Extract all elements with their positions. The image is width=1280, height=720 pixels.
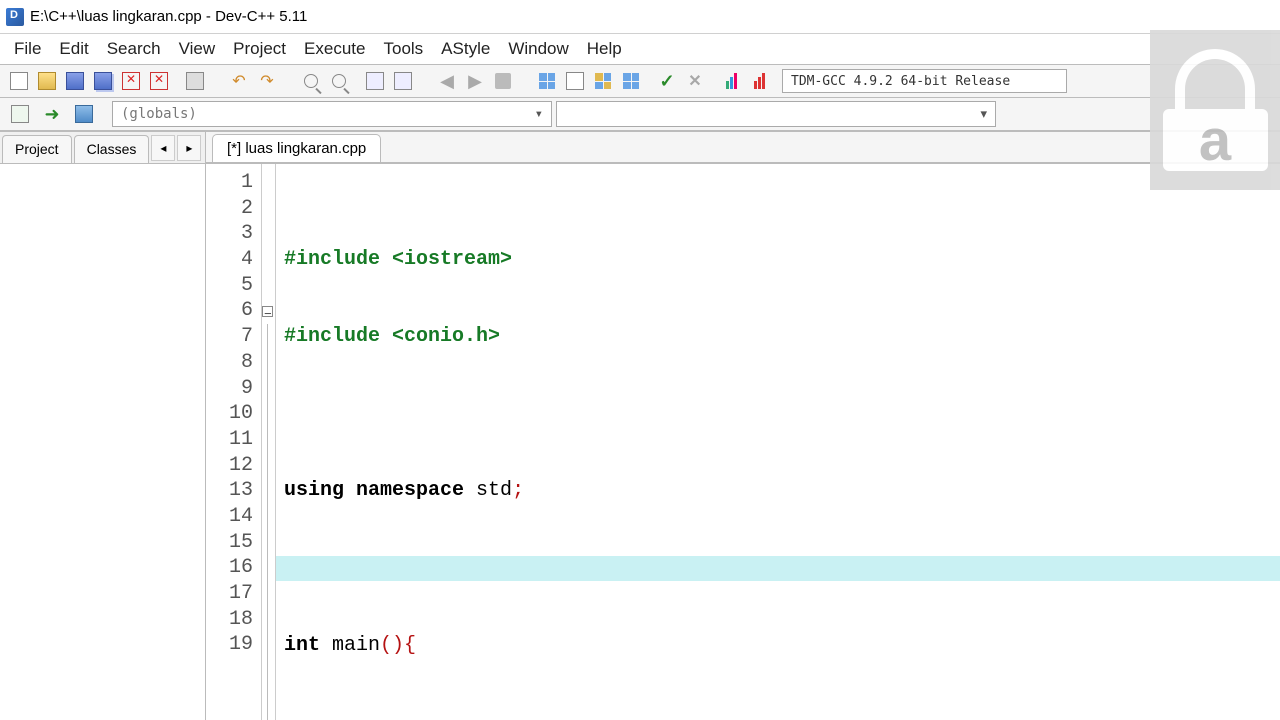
replace-button[interactable] bbox=[326, 68, 352, 94]
find-button[interactable] bbox=[298, 68, 324, 94]
x-icon: ✕ bbox=[688, 71, 701, 91]
close-all-icon bbox=[150, 72, 168, 90]
undo-button[interactable]: ↶ bbox=[226, 68, 252, 94]
run-icon bbox=[566, 72, 584, 90]
print-button[interactable] bbox=[182, 68, 208, 94]
main-area: Project Classes ◂ ▸ [*] luas lingkaran.c… bbox=[0, 132, 1280, 720]
nav-back-icon: ◀ bbox=[440, 71, 454, 92]
compiler-label: TDM-GCC 4.9.2 64-bit Release bbox=[791, 74, 1010, 89]
bookmark-icon-2: ➜ bbox=[44, 104, 59, 125]
insert-button[interactable] bbox=[6, 100, 34, 128]
sidebar-scroll-left[interactable]: ◂ bbox=[151, 135, 175, 161]
window-title: E:\C++\luas lingkaran.cpp - Dev-C++ 5.11 bbox=[30, 8, 307, 25]
goto-icon bbox=[366, 72, 384, 90]
undo-icon: ↶ bbox=[232, 71, 245, 91]
menu-search[interactable]: Search bbox=[107, 39, 161, 59]
replace-icon bbox=[332, 74, 346, 88]
menu-file[interactable]: File bbox=[14, 39, 41, 59]
stop-button[interactable] bbox=[490, 68, 516, 94]
menu-project[interactable]: Project bbox=[233, 39, 286, 59]
line-gutter: 12345678910111213141516171819 bbox=[206, 164, 262, 720]
sidebar-body bbox=[0, 164, 205, 720]
chevron-down-icon: ▾ bbox=[980, 106, 987, 122]
find-icon bbox=[304, 74, 318, 88]
app-icon bbox=[6, 8, 24, 26]
nav-fwd-icon: ▶ bbox=[468, 71, 482, 92]
rebuild-button[interactable] bbox=[618, 68, 644, 94]
debug-ok-button[interactable]: ✓ bbox=[654, 68, 680, 94]
nav-fwd-button[interactable]: ▶ bbox=[462, 68, 488, 94]
save-button[interactable] bbox=[62, 68, 88, 94]
compiler-selector[interactable]: TDM-GCC 4.9.2 64-bit Release bbox=[782, 69, 1067, 93]
file-tab-active[interactable]: [*] luas lingkaran.cpp bbox=[212, 134, 381, 162]
menu-help[interactable]: Help bbox=[587, 39, 622, 59]
delete-profile-icon bbox=[754, 73, 765, 89]
bookmark-button[interactable] bbox=[390, 68, 416, 94]
editor-pane: [*] luas lingkaran.cpp 12345678910111213… bbox=[206, 132, 1280, 720]
fold-toggle-icon[interactable] bbox=[262, 306, 273, 317]
menu-execute[interactable]: Execute bbox=[304, 39, 365, 59]
current-line-highlight bbox=[276, 556, 1280, 582]
redo-icon: ↷ bbox=[260, 71, 273, 91]
fold-line bbox=[267, 324, 268, 720]
close-all-button[interactable] bbox=[146, 68, 172, 94]
menu-edit[interactable]: Edit bbox=[59, 39, 88, 59]
close-file-button[interactable] bbox=[118, 68, 144, 94]
secondary-toolbar: ➜ (globals) ▾ ▾ bbox=[0, 98, 1280, 132]
check-icon: ✓ bbox=[659, 71, 674, 92]
close-file-icon bbox=[122, 72, 140, 90]
print-icon bbox=[186, 72, 204, 90]
compile-run-button[interactable] bbox=[590, 68, 616, 94]
main-toolbar: ↶ ↷ ◀ ▶ ✓ ✕ TDM-GCC 4.9.2 64-bit Release bbox=[0, 64, 1280, 98]
chevron-down-icon: ▾ bbox=[535, 106, 543, 122]
sidebar-tab-project[interactable]: Project bbox=[2, 135, 72, 163]
open-file-button[interactable] bbox=[34, 68, 60, 94]
scope-combo[interactable]: (globals) ▾ bbox=[112, 101, 552, 127]
save-all-icon bbox=[94, 72, 112, 90]
sidebar-tab-classes[interactable]: Classes bbox=[74, 135, 150, 163]
member-combo[interactable]: ▾ bbox=[556, 101, 996, 127]
menu-view[interactable]: View bbox=[179, 39, 216, 59]
profile-icon bbox=[726, 73, 737, 89]
toggle-bookmark-button[interactable]: ➜ bbox=[38, 100, 66, 128]
titlebar: E:\C++\luas lingkaran.cpp - Dev-C++ 5.11 bbox=[0, 0, 1280, 34]
code-text[interactable]: #include <iostream> #include <conio.h> u… bbox=[276, 164, 1280, 720]
goto-button[interactable] bbox=[362, 68, 388, 94]
compile-button[interactable] bbox=[534, 68, 560, 94]
code-editor[interactable]: 12345678910111213141516171819 #include <… bbox=[206, 164, 1280, 720]
profile-button[interactable] bbox=[718, 68, 744, 94]
nav-back-button[interactable]: ◀ bbox=[434, 68, 460, 94]
compile-run-icon bbox=[595, 73, 611, 89]
redo-button[interactable]: ↷ bbox=[254, 68, 280, 94]
debug-stop-button[interactable]: ✕ bbox=[682, 68, 708, 94]
sidebar-scroll-right[interactable]: ▸ bbox=[177, 135, 201, 161]
delete-profile-button[interactable] bbox=[746, 68, 772, 94]
goto-bookmark-button[interactable] bbox=[70, 100, 98, 128]
new-file-icon bbox=[10, 72, 28, 90]
menubar: File Edit Search View Project Execute To… bbox=[0, 34, 1280, 64]
menu-astyle[interactable]: AStyle bbox=[441, 39, 490, 59]
compile-icon bbox=[539, 73, 555, 89]
save-all-button[interactable] bbox=[90, 68, 116, 94]
scope-combo-value: (globals) bbox=[121, 106, 197, 122]
save-icon bbox=[66, 72, 84, 90]
rebuild-icon bbox=[623, 73, 639, 89]
bookmark-icon bbox=[394, 72, 412, 90]
menu-window[interactable]: Window bbox=[508, 39, 568, 59]
file-tabs: [*] luas lingkaran.cpp bbox=[206, 132, 1280, 164]
open-file-icon bbox=[38, 72, 56, 90]
fold-gutter bbox=[262, 164, 276, 720]
sidebar: Project Classes ◂ ▸ bbox=[0, 132, 206, 720]
goto-bookmark-icon bbox=[75, 105, 93, 123]
insert-icon bbox=[11, 105, 29, 123]
run-button[interactable] bbox=[562, 68, 588, 94]
stop-icon bbox=[495, 73, 511, 89]
sidebar-tabs: Project Classes ◂ ▸ bbox=[0, 132, 205, 164]
menu-tools[interactable]: Tools bbox=[383, 39, 423, 59]
watermark-lock-icon: a bbox=[1150, 30, 1280, 190]
new-file-button[interactable] bbox=[6, 68, 32, 94]
